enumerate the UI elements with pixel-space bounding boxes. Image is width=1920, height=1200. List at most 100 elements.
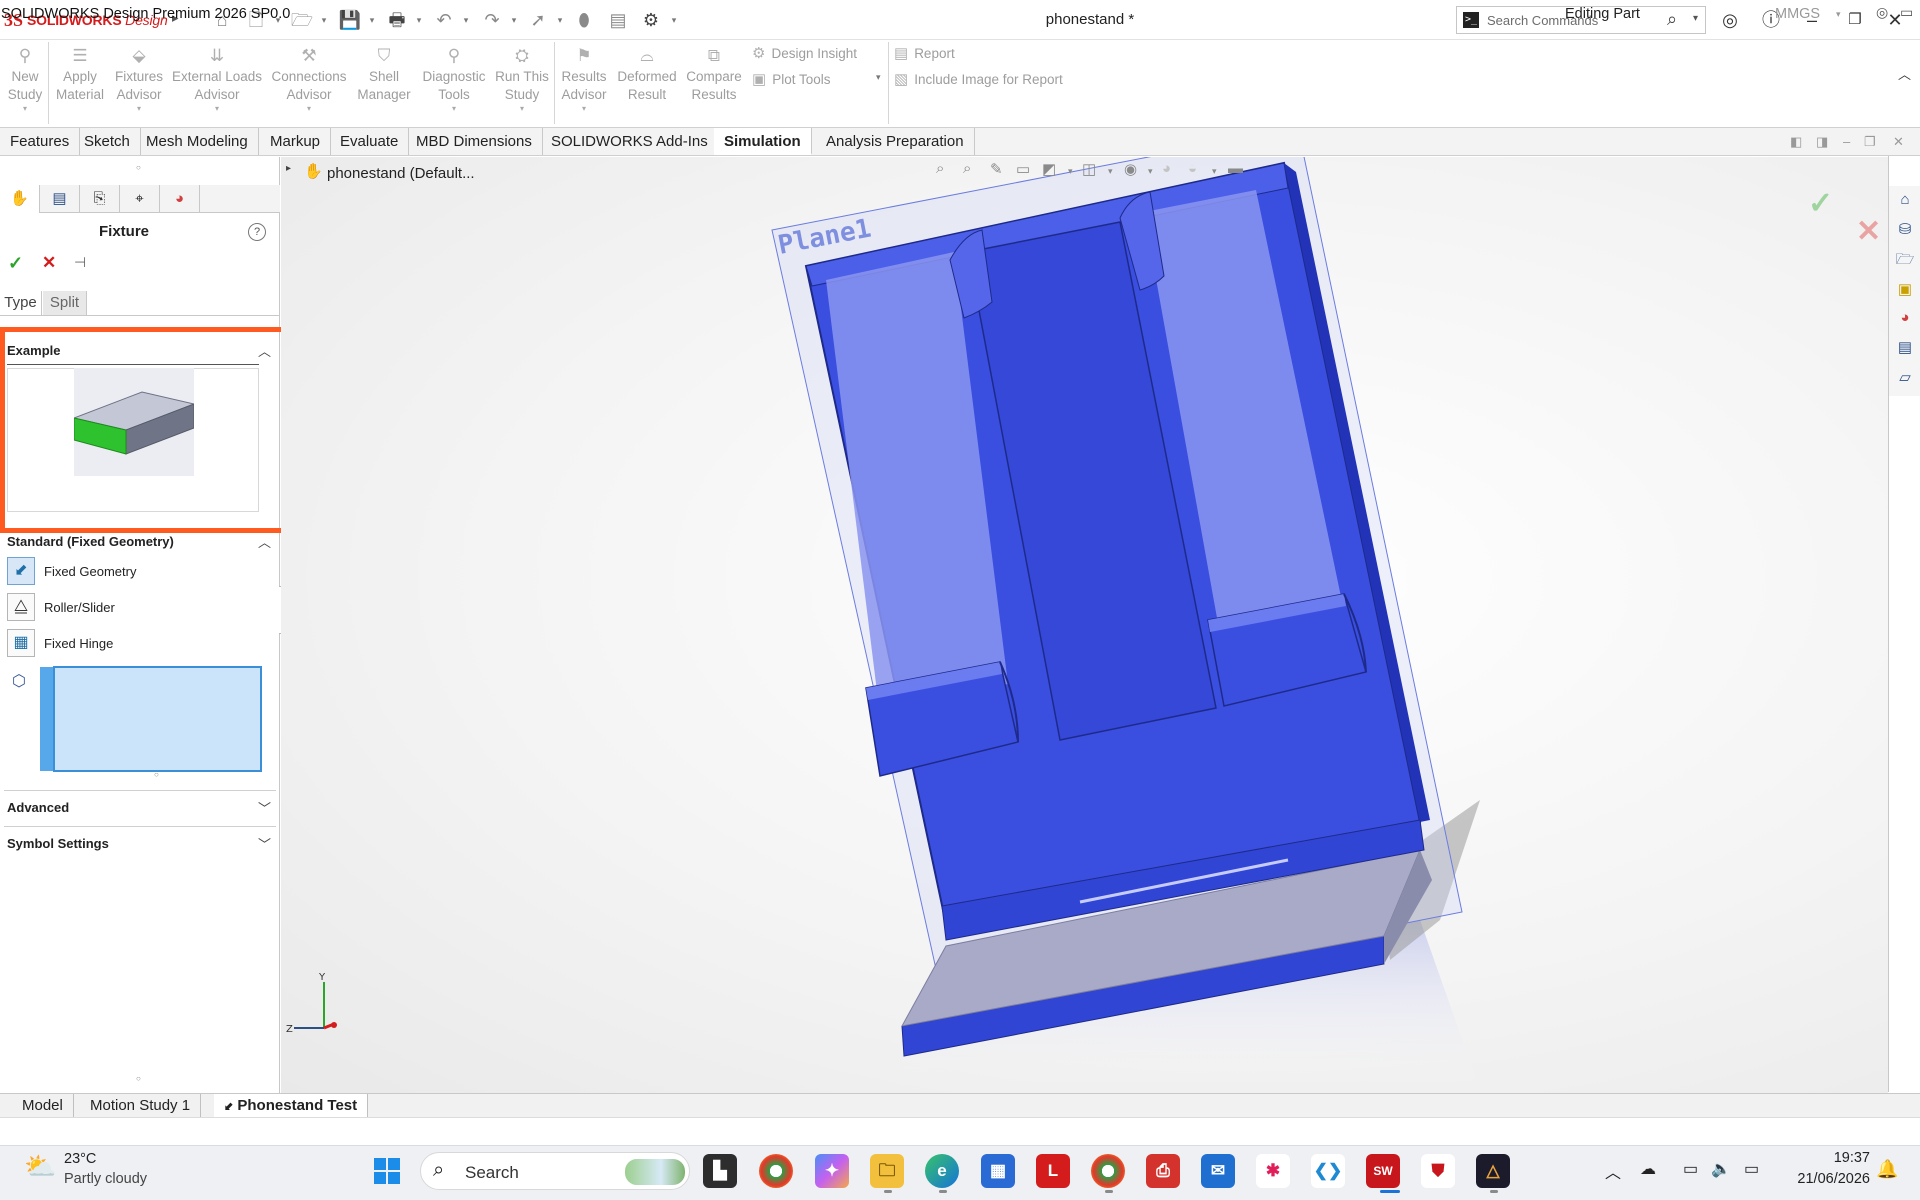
orientation-dropdown-icon[interactable]: ▾ bbox=[1108, 166, 1113, 177]
weather-temperature[interactable]: 23°C bbox=[64, 1151, 96, 1167]
file-explorer-pane-icon[interactable]: 🗁 bbox=[1893, 248, 1917, 272]
subtab-type[interactable]: Type bbox=[0, 291, 42, 315]
shell-manager-button[interactable]: ⛉ Shell Manager bbox=[354, 44, 414, 104]
select-dropdown-icon[interactable]: ▾ bbox=[555, 12, 565, 28]
chrome-icon[interactable] bbox=[759, 1154, 793, 1188]
notification-bell-icon[interactable]: 🔔 bbox=[1876, 1159, 1898, 1180]
featuremanager-tab-icon[interactable]: ✋ bbox=[0, 185, 40, 213]
panel-right-icon[interactable]: ◨ bbox=[1816, 134, 1828, 150]
include-image-for-report-button[interactable]: ▧ Include Image for Report bbox=[894, 70, 1063, 88]
roller-slider-option[interactable]: ⧋ Roller/Slider bbox=[7, 593, 115, 621]
design-library-icon[interactable]: ⛁ bbox=[1893, 218, 1917, 242]
doc-close-icon[interactable]: ✕ bbox=[1893, 134, 1904, 150]
tab-simulation[interactable]: Simulation bbox=[714, 128, 812, 155]
vscode-icon[interactable]: ❮❯ bbox=[1311, 1154, 1345, 1188]
configurationmanager-tab-icon[interactable]: ⎘ bbox=[80, 185, 120, 213]
edit-appearance-icon[interactable]: ◕ bbox=[1162, 160, 1171, 177]
print-icon[interactable]: 🖶 bbox=[385, 8, 409, 32]
view-dropdown-icon[interactable]: ▾ bbox=[1068, 166, 1073, 177]
symbol-settings-group-header[interactable]: Symbol Settings bbox=[7, 836, 109, 851]
feature-tree-root[interactable]: phonestand (Default... bbox=[327, 165, 475, 182]
advanced-group-header[interactable]: Advanced bbox=[7, 800, 69, 815]
displaymanager-tab-icon[interactable]: ◕ bbox=[160, 185, 200, 213]
pdf-icon[interactable]: ⎙ bbox=[1146, 1154, 1180, 1188]
partly-cloudy-icon[interactable]: ⛅ bbox=[24, 1151, 56, 1182]
subtab-split[interactable]: Split bbox=[43, 291, 87, 315]
cloud-sync-icon[interactable]: ☁ bbox=[1640, 1159, 1656, 1179]
save-icon[interactable]: 💾 bbox=[338, 8, 362, 32]
undo-dropdown-icon[interactable]: ▾ bbox=[461, 12, 471, 28]
windows-start-icon[interactable] bbox=[370, 1154, 404, 1188]
open-dropdown-icon[interactable]: ▾ bbox=[319, 12, 329, 28]
panel-bottom-grip[interactable]: ○ bbox=[136, 1074, 141, 1083]
tab-mbd-dimensions[interactable]: MBD Dimensions bbox=[406, 128, 543, 155]
view-settings-icon[interactable]: ▬ bbox=[1228, 160, 1243, 177]
view-triad[interactable]: Y Z bbox=[286, 972, 337, 1035]
run-this-study-button[interactable]: ⛭ Run This Study ▾ bbox=[492, 44, 552, 114]
restore-icon[interactable]: ❐ bbox=[1843, 8, 1867, 32]
tree-expand-icon[interactable]: ▸ bbox=[286, 163, 291, 174]
view-palette-icon[interactable]: ▣ bbox=[1893, 278, 1917, 302]
solidworks-icon[interactable]: SW bbox=[1366, 1154, 1400, 1188]
apply-material-button[interactable]: ☰ Apply Material bbox=[54, 44, 106, 104]
store-icon[interactable]: ▦ bbox=[981, 1154, 1015, 1188]
edge-icon[interactable]: e bbox=[925, 1154, 959, 1188]
graphics-area[interactable]: Plane1 Y Z bbox=[281, 157, 1888, 1093]
selection-box-resize-grip[interactable]: ○ bbox=[154, 770, 159, 779]
apply-scene-icon[interactable]: ◒ bbox=[1188, 160, 1197, 177]
tab-markup[interactable]: Markup bbox=[260, 128, 332, 155]
cancel-x-icon[interactable]: ✕ bbox=[42, 253, 56, 273]
account-icon[interactable]: ◎ bbox=[1718, 8, 1742, 32]
options-dropdown-icon[interactable]: ▾ bbox=[669, 12, 679, 28]
status-units[interactable]: MMGS bbox=[1775, 6, 1820, 22]
tab-solidworks-add-ins[interactable]: SOLIDWORKS Add-Ins bbox=[541, 128, 719, 155]
fixed-hinge-option[interactable]: ▦ Fixed Hinge bbox=[7, 629, 113, 657]
taskbar-search[interactable]: ⌕ Search bbox=[420, 1152, 690, 1190]
tab-features[interactable]: Features bbox=[0, 128, 81, 155]
task-view-icon[interactable]: ▙ bbox=[703, 1154, 737, 1188]
design-insight-button[interactable]: ⚙ Design Insight bbox=[752, 44, 857, 62]
tab-model[interactable]: Model bbox=[12, 1094, 74, 1118]
chevron-down-icon[interactable]: ﹀ bbox=[258, 834, 271, 853]
undo-icon[interactable]: ↶ bbox=[432, 8, 456, 32]
hide-show-items-icon[interactable]: ◉ bbox=[1124, 160, 1137, 178]
tab-motion-study-1[interactable]: Motion Study 1 bbox=[80, 1094, 202, 1118]
mcafee-icon[interactable]: ⛊ bbox=[1421, 1154, 1455, 1188]
ok-check-icon[interactable]: ✓ bbox=[8, 253, 23, 274]
doc-restore-icon[interactable]: ❐ bbox=[1864, 134, 1876, 150]
save-dropdown-icon[interactable]: ▾ bbox=[367, 12, 377, 28]
tab-phonestand-test[interactable]: ⬋ Phonestand Test bbox=[214, 1094, 369, 1118]
copilot-icon[interactable]: ✦ bbox=[815, 1154, 849, 1188]
faces-edges-selection-box[interactable] bbox=[53, 666, 262, 772]
slack-icon[interactable]: ✱ bbox=[1256, 1154, 1290, 1188]
scene-dropdown-icon[interactable]: ▾ bbox=[1212, 166, 1217, 177]
view-orientation-icon[interactable]: ◫ bbox=[1082, 160, 1096, 178]
fixtures-advisor-button[interactable]: ⬙ Fixtures Advisor ▾ bbox=[110, 44, 168, 114]
tab-analysis-preparation[interactable]: Analysis Preparation bbox=[816, 128, 975, 155]
volume-icon[interactable]: 🔈 bbox=[1711, 1159, 1731, 1179]
clock-date[interactable]: 21/06/2026 bbox=[1766, 1171, 1870, 1187]
compare-results-button[interactable]: ⧉ Compare Results bbox=[682, 44, 746, 104]
pushpin-icon[interactable]: ⊣ bbox=[74, 254, 86, 271]
section-view-icon[interactable]: ▭ bbox=[1016, 160, 1030, 178]
units-dropdown-icon[interactable]: ▾ bbox=[1836, 9, 1841, 20]
panel-left-icon[interactable]: ◧ bbox=[1790, 134, 1802, 150]
previous-view-icon[interactable]: ✎ bbox=[990, 160, 1003, 178]
l-app-icon[interactable]: L bbox=[1036, 1154, 1070, 1188]
plot-tools-dropdown-icon[interactable]: ▾ bbox=[876, 72, 881, 83]
fixed-geometry-option[interactable]: ⬋ Fixed Geometry bbox=[7, 557, 136, 585]
open-icon[interactable]: 🗁 bbox=[290, 8, 314, 32]
outlook-icon[interactable]: ✉ bbox=[1201, 1154, 1235, 1188]
chrome-profile-icon[interactable] bbox=[1091, 1154, 1125, 1188]
plot-tools-button[interactable]: ▣ Plot Tools bbox=[752, 70, 830, 88]
forum-icon[interactable]: ▱ bbox=[1893, 366, 1917, 390]
print-dropdown-icon[interactable]: ▾ bbox=[414, 12, 424, 28]
results-advisor-button[interactable]: ⚑ Results Advisor ▾ bbox=[558, 44, 610, 114]
external-loads-advisor-button[interactable]: ⇊ External Loads Advisor ▾ bbox=[170, 44, 264, 114]
propertymanager-tab-icon[interactable]: ▤ bbox=[40, 185, 80, 213]
tooltip-status-icon[interactable]: ▭ bbox=[1900, 4, 1913, 21]
redo-dropdown-icon[interactable]: ▾ bbox=[509, 12, 519, 28]
zoom-to-area-icon[interactable]: ⌕ bbox=[963, 160, 971, 177]
deformed-result-button[interactable]: ⌓ Deformed Result bbox=[614, 44, 680, 104]
search-icon[interactable]: ⌕ bbox=[1667, 9, 1677, 30]
